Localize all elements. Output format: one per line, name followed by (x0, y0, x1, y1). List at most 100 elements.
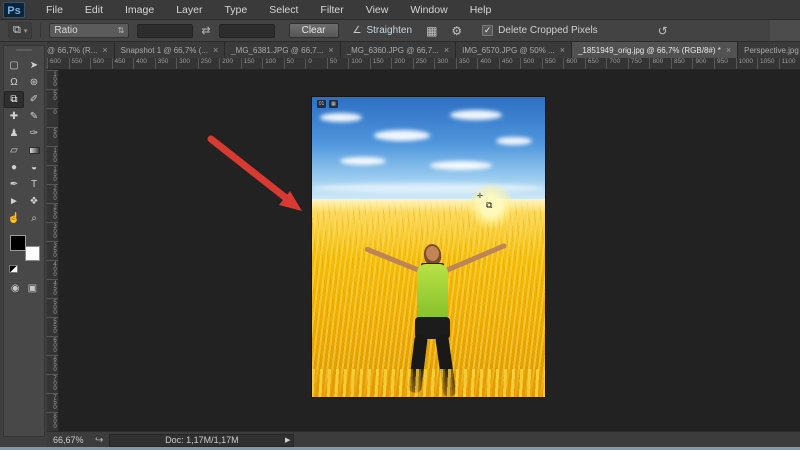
document-tab[interactable]: _1851949_orig.jpg @ 66,7% (RGB/8#) * × (571, 42, 739, 58)
ruler-label: 650 (584, 58, 607, 69)
ruler-label: 750 (627, 58, 650, 69)
path-selection-tool[interactable]: ► (4, 193, 24, 210)
ruler-label: 500 (47, 298, 58, 317)
menu-view[interactable]: View (355, 1, 400, 19)
ruler-label: 550 (68, 58, 91, 69)
type-tool[interactable]: T (24, 176, 44, 193)
aspect-ratio-select[interactable]: Ratio ⇅ (49, 23, 130, 38)
crop-tool[interactable]: ⧉ (4, 91, 24, 108)
zoom-tool-glyph: ⌕ (31, 213, 37, 224)
lasso-tool[interactable]: Ω (4, 74, 24, 91)
ruler-label: 250 (412, 58, 435, 69)
document-size-field[interactable]: Doc: 1,17M/1,17M ▶ (109, 433, 295, 447)
color-swatches (10, 235, 40, 261)
pen-tool[interactable]: ✒ (4, 176, 24, 193)
brush-tool-glyph: ✎ (29, 111, 39, 122)
menu-type[interactable]: Type (213, 1, 258, 19)
ruler-label: 800 (649, 58, 671, 69)
hand-tool[interactable]: ☝ (4, 210, 24, 227)
zoom-tool[interactable]: ⌕ (24, 210, 44, 227)
menu-image[interactable]: Image (114, 1, 165, 19)
menu-window[interactable]: Window (399, 1, 458, 19)
menu-items: File Edit Image Layer Type Select Filter View Wi… (35, 1, 502, 19)
status-options-arrow-icon[interactable]: ▶ (285, 436, 290, 444)
custom-shape-tool-glyph: ❖ (29, 196, 39, 207)
custom-shape-tool[interactable]: ❖ (24, 193, 44, 210)
crop-height-input[interactable] (218, 23, 275, 38)
crop-settings-gear-icon[interactable]: ⚙ (451, 24, 462, 38)
gradient-tool[interactable] (24, 142, 44, 159)
ruler-label: 800 (47, 412, 58, 431)
zoom-level-field[interactable]: 66,67% (53, 435, 91, 445)
updown-arrows-icon: ⇅ (117, 26, 125, 35)
delete-cropped-pixels-checkbox[interactable]: ✓ (482, 25, 494, 36)
eraser-tool[interactable]: ▱ (4, 142, 24, 159)
clone-stamp-tool[interactable]: ♟ (4, 125, 24, 142)
status-menu-icon[interactable]: ↪ (95, 435, 103, 446)
move-tool[interactable]: ➤ (24, 57, 44, 74)
close-icon[interactable]: × (102, 45, 107, 55)
ruler-label: 450 (498, 58, 521, 69)
close-icon[interactable]: × (726, 45, 731, 55)
ruler-label: 550 (541, 58, 564, 69)
document-tab[interactable]: _MG_6381.JPG @ 66,7... × (225, 42, 341, 58)
vertical-ruler: 100 50 0 50 100 150 200 250 300 350 400 450 500 550 60… (47, 70, 59, 431)
menu-layer[interactable]: Layer (165, 1, 213, 19)
straighten-label[interactable]: Straighten (366, 25, 412, 36)
menu-file[interactable]: File (35, 1, 74, 19)
panel-grip[interactable] (16, 49, 32, 51)
quick-mask-icon[interactable]: ◉ (11, 283, 20, 294)
ruler-label: 150 (47, 165, 58, 184)
ruler-label: 600 (47, 58, 69, 69)
ruler-label: 850 (670, 58, 693, 69)
ruler-label: 650 (47, 355, 58, 374)
chevron-down-icon: ▾ (23, 27, 28, 35)
document-tab[interactable]: _MG_6360.JPG @ 66,7... × (340, 42, 457, 58)
ruler-label: 400 (133, 58, 155, 69)
current-tool-well[interactable]: ⧉ ▾ (8, 22, 33, 39)
move-tool-glyph: ➤ (29, 60, 39, 71)
close-icon[interactable]: × (444, 45, 449, 55)
reset-icon[interactable]: ↺ (658, 24, 668, 38)
panel-bottom-icons: ◉ ▣ (4, 283, 44, 294)
menu-edit[interactable]: Edit (74, 1, 114, 19)
document-tab[interactable]: Snapshot 1 @ 66,7% (... × (114, 42, 226, 58)
close-icon[interactable]: × (560, 45, 565, 55)
ruler-label: 200 (47, 184, 58, 203)
image-badges: 01 ▦ (317, 100, 338, 108)
rectangular-marquee-tool[interactable]: ▢ (4, 57, 24, 74)
menu-select[interactable]: Select (258, 1, 309, 19)
ruler-label: 750 (47, 393, 58, 412)
crop-width-input[interactable] (137, 23, 194, 38)
eyedropper-tool[interactable]: ✐ (24, 91, 44, 108)
quick-selection-tool[interactable]: ⊛ (24, 74, 44, 91)
canvas-area[interactable]: ✛ ⧉ 01 ▦ (59, 70, 800, 431)
eyedropper-tool-glyph: ✐ (29, 94, 39, 105)
panel-dock-edge (770, 20, 800, 41)
crop-overlay-grid-icon[interactable]: ▦ (426, 24, 437, 38)
default-colors-icon[interactable] (9, 265, 18, 273)
history-brush-tool-glyph: ✑ (29, 128, 39, 139)
brush-tool[interactable]: ✎ (24, 108, 44, 125)
clear-button[interactable]: Clear (288, 23, 339, 38)
ruler-label: 450 (47, 279, 58, 298)
ruler-label: 700 (47, 374, 58, 393)
spot-healing-brush-tool[interactable]: ✚ (4, 108, 24, 125)
screen-mode-icon[interactable]: ▣ (28, 283, 37, 294)
menu-filter[interactable]: Filter (309, 1, 354, 19)
history-brush-tool[interactable]: ✑ (24, 125, 44, 142)
dodge-tool[interactable]: ◒ (24, 159, 44, 176)
close-icon[interactable]: × (328, 45, 333, 55)
close-icon[interactable]: × (213, 45, 218, 55)
document-tab[interactable]: IMG_6570.JPG @ 50% ... × (456, 42, 572, 58)
swap-dimensions-icon[interactable]: ⇄ (201, 24, 210, 37)
crop-tool-glyph: ⧉ (10, 94, 18, 105)
divider (40, 23, 42, 38)
menu-help[interactable]: Help (459, 1, 503, 19)
background-color-swatch[interactable] (25, 246, 40, 261)
photoshop-logo-icon: Ps (3, 1, 25, 18)
blur-tool[interactable]: ● (4, 159, 24, 176)
straighten-icon[interactable]: ∠ (353, 25, 362, 36)
document-tab[interactable]: Perspective.jpg @ 50%...× (738, 42, 800, 58)
foreground-color-swatch[interactable] (10, 235, 26, 251)
